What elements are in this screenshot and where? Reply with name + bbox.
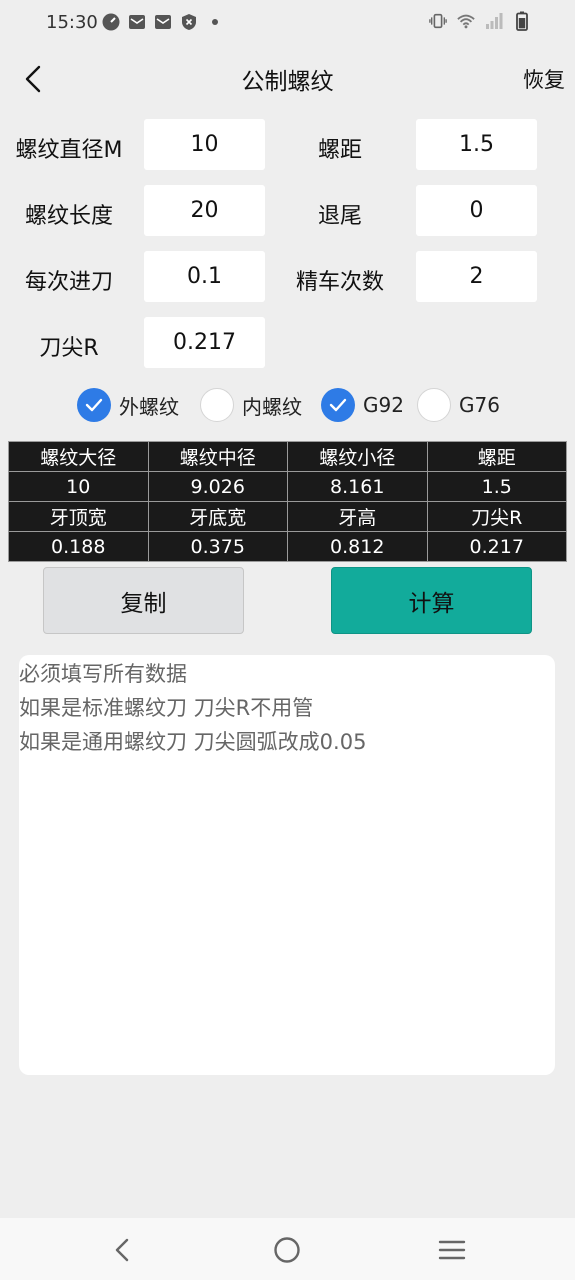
table-header-cell: 牙底宽 <box>147 501 288 532</box>
table-header-cell: 牙顶宽 <box>8 501 149 532</box>
vibrate-icon <box>429 12 447 30</box>
back-button[interactable] <box>18 62 48 96</box>
tip-radius-input[interactable] <box>144 317 265 368</box>
option-external-thread[interactable]: 外螺纹 <box>77 388 179 422</box>
pitch-label: 螺距 <box>317 138 362 163</box>
option-g92[interactable]: G92 <box>321 388 404 422</box>
result-table: 螺纹大径 螺纹中径 螺纹小径 螺距 10 9.026 8.161 1.5 牙顶宽… <box>8 441 567 562</box>
calculate-button[interactable]: 计算 <box>331 567 532 634</box>
table-header-cell: 螺纹小径 <box>287 441 428 472</box>
option-internal-thread[interactable]: 内螺纹 <box>200 388 302 422</box>
table-row: 0.188 0.375 0.812 0.217 <box>8 531 567 562</box>
diameter-label: 螺纹直径M <box>15 138 123 163</box>
copy-button[interactable]: 复制 <box>43 567 244 634</box>
nav-recents-button[interactable] <box>434 1232 470 1268</box>
table-header-cell: 螺纹大径 <box>8 441 149 472</box>
option-label: 内螺纹 <box>242 394 302 419</box>
table-value-cell: 10 <box>8 471 149 502</box>
table-value-cell: 0.188 <box>8 531 149 562</box>
signal-icon <box>485 12 503 30</box>
mail-icon <box>154 13 172 31</box>
system-nav-bar <box>0 1218 575 1280</box>
unchecked-circle-icon <box>417 388 451 422</box>
status-bar: 15:30 <box>0 0 575 48</box>
table-value-cell: 9.026 <box>147 471 288 502</box>
restore-button[interactable]: 恢复 <box>523 64 565 94</box>
table-value-cell: 8.161 <box>287 471 428 502</box>
check-icon <box>77 388 111 422</box>
option-label: G76 <box>459 393 500 417</box>
option-label: 外螺纹 <box>119 394 179 419</box>
shield-icon <box>180 13 198 31</box>
table-value-cell: 0.375 <box>147 531 288 562</box>
mail-icon <box>128 13 146 31</box>
nav-home-button[interactable] <box>269 1232 305 1268</box>
feed-label: 每次进刀 <box>24 270 113 295</box>
option-label: G92 <box>363 393 404 417</box>
output-textarea[interactable]: 必须填写所有数据 如果是标准螺纹刀 刀尖R不用管 如果是通用螺纹刀 刀尖圆弧改成… <box>19 655 555 1075</box>
output-line: 如果是通用螺纹刀 刀尖圆弧改成0.05 <box>19 730 367 754</box>
length-input[interactable] <box>144 185 265 236</box>
table-row: 牙顶宽 牙底宽 牙高 刀尖R <box>8 501 567 532</box>
wifi-icon <box>457 12 475 30</box>
status-icons-right <box>429 11 531 31</box>
page-title: 公制螺纹 <box>241 69 334 95</box>
table-header-cell: 螺纹中径 <box>147 441 288 472</box>
table-value-cell: 0.812 <box>287 531 428 562</box>
status-time: 15:30 <box>46 12 98 33</box>
nav-back-icon <box>115 1238 129 1262</box>
table-row: 螺纹大径 螺纹中径 螺纹小径 螺距 <box>8 441 567 472</box>
battery-icon <box>513 11 531 31</box>
finish-passes-label: 精车次数 <box>295 270 384 295</box>
feed-input[interactable] <box>144 251 265 302</box>
app-bar: 公制螺纹 恢复 <box>0 48 575 110</box>
length-label: 螺纹长度 <box>24 204 113 229</box>
table-header-cell: 螺距 <box>426 441 567 472</box>
diameter-input[interactable] <box>144 119 265 170</box>
pitch-input[interactable] <box>416 119 537 170</box>
nav-menu-icon <box>438 1240 466 1260</box>
table-value-cell: 1.5 <box>426 471 567 502</box>
status-icons-left <box>102 13 224 31</box>
output-line: 必须填写所有数据 <box>19 662 187 686</box>
table-header-cell: 牙高 <box>287 501 428 532</box>
finish-passes-input[interactable] <box>416 251 537 302</box>
tip-radius-label: 刀尖R <box>39 336 99 361</box>
table-row: 10 9.026 8.161 1.5 <box>8 471 567 502</box>
table-header-cell: 刀尖R <box>426 501 567 532</box>
thread-options: 外螺纹 内螺纹 G92 G76 <box>0 388 575 428</box>
unchecked-circle-icon <box>200 388 234 422</box>
check-icon <box>321 388 355 422</box>
option-g76[interactable]: G76 <box>417 388 500 422</box>
dot-icon <box>206 13 224 31</box>
nav-home-icon <box>274 1237 300 1263</box>
speedometer-icon <box>102 13 120 31</box>
chevron-left-icon <box>25 65 41 93</box>
runout-input[interactable] <box>416 185 537 236</box>
output-line: 如果是标准螺纹刀 刀尖R不用管 <box>19 696 314 720</box>
nav-back-button[interactable] <box>104 1232 140 1268</box>
runout-label: 退尾 <box>317 204 362 229</box>
table-value-cell: 0.217 <box>426 531 567 562</box>
